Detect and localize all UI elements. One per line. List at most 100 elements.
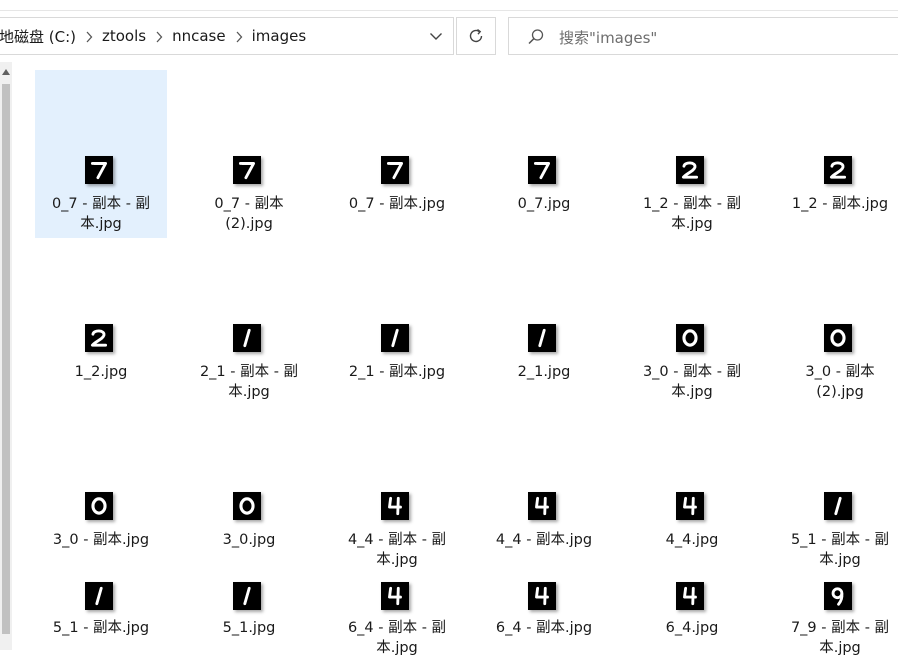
file-thumbnail (381, 324, 409, 352)
file-name-line: 5_1.jpg (222, 620, 276, 636)
file-thumbnail (676, 324, 704, 352)
file-name-line: 4_4 - 副本.jpg (495, 532, 593, 548)
file-name-line: 1_2.jpg (74, 364, 128, 380)
file-name-line: 1_2 - 副本 - 副 (642, 196, 742, 212)
file-thumbnail (85, 492, 113, 520)
file-name-line: (2).jpg (816, 384, 864, 400)
file-thumbnail (381, 582, 409, 610)
file-thumbnail (528, 492, 556, 520)
file-item[interactable]: 2_1 - 副本.jpg (331, 238, 463, 406)
file-item[interactable]: 0_7.jpg (478, 70, 610, 238)
file-thumbnail (676, 582, 704, 610)
file-thumbnail (676, 156, 704, 184)
file-name: 2_1.jpg (478, 362, 610, 382)
file-name-line: 7_9 - 副本 - 副 (790, 620, 890, 636)
file-thumbnail (528, 324, 556, 352)
file-item[interactable]: 3_0 - 副本.jpg (35, 406, 167, 574)
file-name: 4_4 - 副本.jpg (478, 530, 610, 550)
file-name-line: 2_1 - 副本.jpg (348, 364, 446, 380)
file-item[interactable]: 3_0.jpg (183, 406, 315, 574)
file-name-line: 3_0 - 副本.jpg (52, 532, 150, 548)
file-name: 0_7 - 副本.jpg (331, 194, 463, 214)
file-name-line: 0_7 - 副本.jpg (348, 196, 446, 212)
file-name: 4_4.jpg (626, 530, 758, 550)
file-item[interactable]: 4_4 - 副本.jpg (478, 406, 610, 574)
file-name-line: 0_7 - 副本 - 副 (51, 196, 151, 212)
file-thumbnail (528, 582, 556, 610)
file-name-line: 4_4.jpg (665, 532, 719, 548)
file-thumbnail (528, 156, 556, 184)
file-item[interactable]: 6_4 - 副本 - 副本.jpg (331, 574, 463, 656)
file-item[interactable]: 3_0 - 副本 - 副本.jpg (626, 238, 758, 406)
file-name-line: 4_4 - 副本 - 副 (347, 532, 447, 548)
file-name-line: 0_7.jpg (517, 196, 571, 212)
file-thumbnail (824, 582, 852, 610)
file-item[interactable]: 1_2 - 副本 - 副本.jpg (626, 70, 758, 238)
file-name-line: 0_7 - 副本 (214, 196, 284, 212)
file-item[interactable]: 4_4 - 副本 - 副本.jpg (331, 406, 463, 574)
file-name-line: 2_1 - 副本 - 副 (199, 364, 299, 380)
file-item[interactable]: 1_2.jpg (35, 238, 167, 406)
file-name-line: 6_4.jpg (665, 620, 719, 636)
file-item[interactable]: 7_9 - 副本 - 副本.jpg (774, 574, 898, 656)
file-name-line: 本.jpg (376, 640, 418, 656)
file-item[interactable]: 4_4.jpg (626, 406, 758, 574)
file-item[interactable]: 6_4 - 副本.jpg (478, 574, 610, 650)
file-grid: 0_7 - 副本 - 副本.jpg 0_7 - 副本 (2).jpg 0_7 - 副本… (0, 0, 898, 656)
file-name: 0_7 - 副本 (2).jpg (183, 194, 315, 234)
file-item[interactable]: 5_1.jpg (183, 574, 315, 650)
file-name-line: 3_0.jpg (222, 532, 276, 548)
file-name-line: 3_0 - 副本 - 副 (642, 364, 742, 380)
file-thumbnail (824, 492, 852, 520)
file-item[interactable]: 3_0 - 副本 (2).jpg (774, 238, 898, 406)
file-name: 3_0 - 副本 (2).jpg (774, 362, 898, 402)
file-name-line: 本.jpg (80, 216, 122, 232)
file-name-line: 本.jpg (819, 552, 861, 568)
file-name: 3_0 - 副本.jpg (35, 530, 167, 550)
file-name-line: 6_4 - 副本 - 副 (347, 620, 447, 636)
file-thumbnail (381, 492, 409, 520)
file-thumbnail (233, 582, 261, 610)
file-thumbnail (676, 492, 704, 520)
file-name-line: 本.jpg (671, 384, 713, 400)
file-name: 6_4 - 副本 - 副本.jpg (331, 618, 463, 658)
file-name-line: 6_4 - 副本.jpg (495, 620, 593, 636)
file-name: 0_7 - 副本 - 副本.jpg (35, 194, 167, 234)
file-item[interactable]: 0_7 - 副本.jpg (331, 70, 463, 238)
file-name: 1_2.jpg (35, 362, 167, 382)
file-name: 6_4 - 副本.jpg (478, 618, 610, 638)
file-name: 3_0 - 副本 - 副本.jpg (626, 362, 758, 402)
file-thumbnail (85, 156, 113, 184)
file-name: 1_2 - 副本 - 副本.jpg (626, 194, 758, 234)
file-thumbnail (85, 582, 113, 610)
file-item[interactable]: 5_1 - 副本 - 副本.jpg (774, 406, 898, 574)
file-name-line: 本.jpg (376, 552, 418, 568)
file-name: 2_1 - 副本.jpg (331, 362, 463, 382)
file-name: 1_2 - 副本.jpg (774, 194, 898, 214)
file-thumbnail (85, 324, 113, 352)
file-item[interactable]: 2_1 - 副本 - 副本.jpg (183, 238, 315, 406)
file-name: 5_1 - 副本 - 副本.jpg (774, 530, 898, 570)
file-name: 2_1 - 副本 - 副本.jpg (183, 362, 315, 402)
file-thumbnail (233, 324, 261, 352)
file-name: 5_1.jpg (183, 618, 315, 638)
file-name-line: (2).jpg (225, 216, 273, 232)
file-thumbnail (233, 492, 261, 520)
file-name: 4_4 - 副本 - 副本.jpg (331, 530, 463, 570)
file-name-line: 5_1 - 副本.jpg (52, 620, 150, 636)
file-name: 5_1 - 副本.jpg (35, 618, 167, 638)
file-name-line: 本.jpg (819, 640, 861, 656)
file-thumbnail (824, 156, 852, 184)
file-item[interactable]: 0_7 - 副本 - 副本.jpg (35, 70, 167, 238)
file-item[interactable]: 5_1 - 副本.jpg (35, 574, 167, 650)
file-item[interactable]: 0_7 - 副本 (2).jpg (183, 70, 315, 238)
file-item[interactable]: 1_2 - 副本.jpg (774, 70, 898, 238)
file-name-line: 1_2 - 副本.jpg (791, 196, 889, 212)
file-name-line: 2_1.jpg (517, 364, 571, 380)
file-thumbnail (824, 324, 852, 352)
file-name-line: 5_1 - 副本 - 副 (790, 532, 890, 548)
file-thumbnail (233, 156, 261, 184)
file-item[interactable]: 2_1.jpg (478, 238, 610, 406)
file-item[interactable]: 6_4.jpg (626, 574, 758, 650)
file-name: 0_7.jpg (478, 194, 610, 214)
